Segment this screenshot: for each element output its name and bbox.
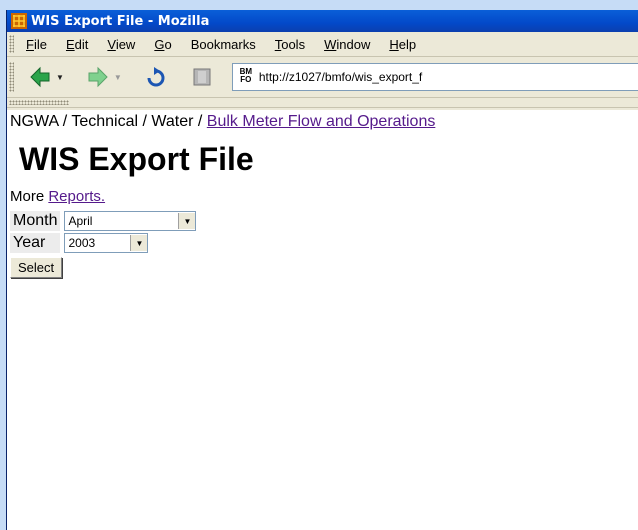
stop-icon xyxy=(193,68,211,86)
reload-button[interactable] xyxy=(144,65,168,89)
chevron-down-icon[interactable]: ▼ xyxy=(130,235,148,251)
toolbar-grip[interactable] xyxy=(9,100,69,105)
month-label: Month xyxy=(10,211,61,231)
window-title: WIS Export File - Mozilla xyxy=(31,13,210,29)
back-arrow-icon xyxy=(30,66,50,88)
menu-view[interactable]: View xyxy=(107,37,135,52)
site-badge-bottom: FO xyxy=(240,75,252,84)
breadcrumb-link[interactable]: Bulk Meter Flow and Operations xyxy=(207,113,436,130)
forward-arrow-icon xyxy=(88,66,108,88)
back-button[interactable] xyxy=(28,65,52,89)
menu-window[interactable]: Window xyxy=(324,37,370,52)
page-title: WIS Export File xyxy=(19,141,254,177)
menu-help[interactable]: Help xyxy=(389,37,416,52)
menu-bar: File Edit View Go Bookmarks Tools Window… xyxy=(7,32,638,57)
mozilla-icon xyxy=(11,13,27,29)
breadcrumb-prefix: NGWA / Technical / Water / xyxy=(10,113,207,130)
more-reports: More Reports. xyxy=(10,188,638,205)
menu-file[interactable]: File xyxy=(26,37,47,52)
menu-tools[interactable]: Tools xyxy=(275,37,305,52)
url-text[interactable]: http://z1027/bmfo/wis_export_f xyxy=(259,70,422,84)
year-select[interactable]: 2003 ▼ xyxy=(64,233,149,253)
export-form: Month April ▼ Year 2003 ▼ xyxy=(8,209,200,255)
browser-window: WIS Export File - Mozilla File Edit View… xyxy=(6,10,638,530)
title-bar[interactable]: WIS Export File - Mozilla xyxy=(7,10,638,32)
month-value: April xyxy=(68,214,93,228)
forward-button[interactable] xyxy=(86,65,110,89)
forward-dropdown-icon[interactable]: ▼ xyxy=(114,73,122,82)
menu-edit[interactable]: Edit xyxy=(66,37,88,52)
site-icon: BM FO xyxy=(237,68,255,86)
personal-toolbar xyxy=(7,98,638,108)
reports-link[interactable]: Reports. xyxy=(48,188,105,205)
toolbar-grip[interactable] xyxy=(9,35,14,53)
breadcrumb: NGWA / Technical / Water / Bulk Meter Fl… xyxy=(7,110,638,131)
year-value: 2003 xyxy=(68,236,96,250)
stop-button[interactable] xyxy=(190,65,214,89)
menu-bookmarks[interactable]: Bookmarks xyxy=(191,37,256,52)
select-button[interactable]: Select xyxy=(10,257,63,278)
page-content: NGWA / Technical / Water / Bulk Meter Fl… xyxy=(7,110,638,530)
month-select[interactable]: April ▼ xyxy=(64,211,197,231)
chevron-down-icon[interactable]: ▼ xyxy=(178,213,196,229)
year-label: Year xyxy=(10,233,61,253)
toolbar-grip[interactable] xyxy=(9,62,14,92)
menu-go[interactable]: Go xyxy=(154,37,171,52)
navigation-toolbar: ▼ ▼ BM FO http://z1027/bmfo/wis_export_f xyxy=(7,57,638,98)
reload-icon xyxy=(147,67,165,87)
back-dropdown-icon[interactable]: ▼ xyxy=(56,73,64,82)
url-bar[interactable]: BM FO http://z1027/bmfo/wis_export_f xyxy=(231,63,638,91)
more-prefix: More xyxy=(10,188,49,205)
